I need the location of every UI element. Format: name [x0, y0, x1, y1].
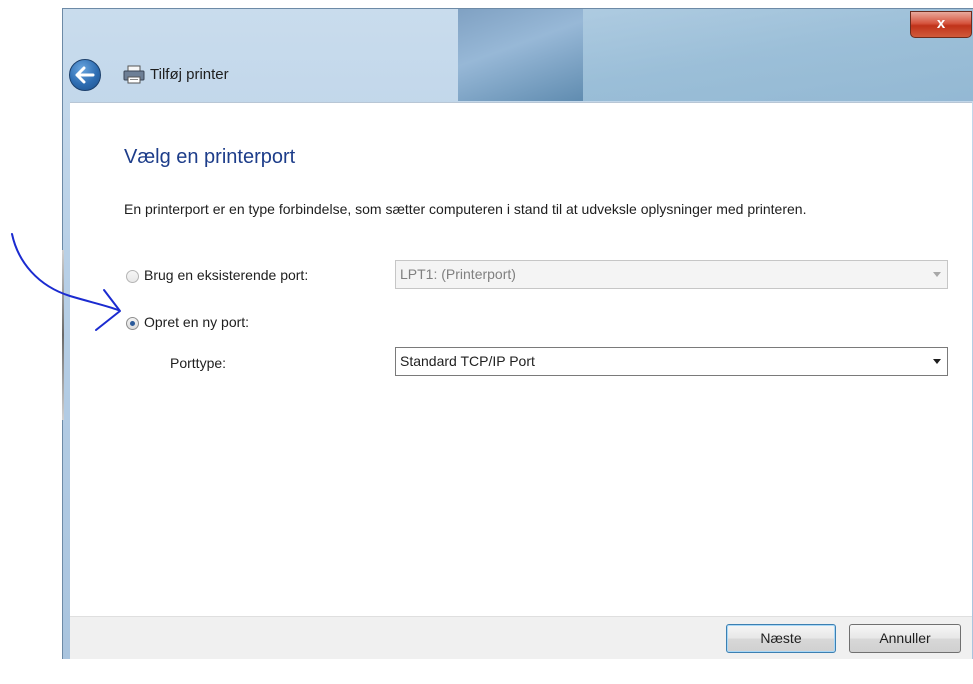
chevron-down-icon — [933, 272, 941, 277]
title-bar: x Tilføj printer — [63, 9, 973, 109]
wizard-content: Vælg en printerport En printerport er en… — [70, 102, 972, 617]
add-printer-window: x Tilføj printer Vælg en printerport En … — [62, 8, 973, 659]
next-button[interactable]: Næste — [726, 624, 836, 653]
new-port-label[interactable]: Opret en ny port: — [144, 314, 249, 330]
existing-port-label[interactable]: Brug en eksisterende port: — [144, 267, 308, 283]
port-type-select[interactable]: Standard TCP/IP Port — [395, 347, 948, 376]
existing-port-select[interactable]: LPT1: (Printerport) — [395, 260, 948, 289]
background-window-glimpse — [458, 9, 583, 101]
chevron-down-icon — [933, 359, 941, 364]
window-title: Tilføj printer — [150, 66, 229, 83]
page-description: En printerport er en type forbindelse, s… — [124, 201, 807, 217]
port-type-value: Standard TCP/IP Port — [400, 353, 535, 369]
wizard-footer: Næste Annuller — [70, 616, 972, 659]
page-heading: Vælg en printerport — [124, 146, 296, 168]
hand-drawn-arrow — [11, 233, 121, 331]
existing-port-value: LPT1: (Printerport) — [400, 266, 516, 282]
close-button[interactable]: x — [910, 11, 972, 38]
port-type-label: Porttype: — [170, 355, 227, 371]
cancel-button[interactable]: Annuller — [849, 624, 961, 653]
